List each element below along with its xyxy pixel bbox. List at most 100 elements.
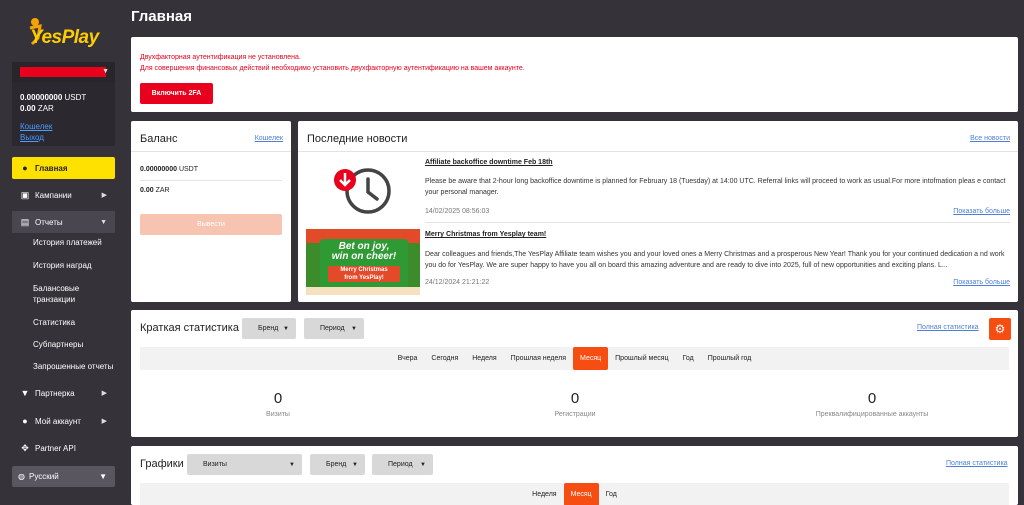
news-item-body: Dear colleagues and friends,The YesPlay … (425, 251, 1005, 269)
brand-dropdown[interactable]: Бренд ▼ (242, 318, 296, 339)
nav-requested-reports[interactable]: Запрошенные отчеты (33, 362, 113, 371)
registrations-value: 0 (570, 390, 580, 407)
brand-dropdown-label: Бренд (258, 325, 279, 332)
balance-wallet-link[interactable]: Кошелек (255, 135, 283, 142)
period-dropdown-label: Период (320, 325, 345, 332)
graphs-period-label: Период (388, 461, 413, 468)
balance-card: Баланс Кошелек 0.00000000 USDT 0.00 ZAR … (131, 121, 291, 302)
caret-down-icon: ▼ (289, 461, 295, 468)
clock-icon (334, 168, 391, 214)
news-item-title[interactable]: Affiliate backoffice downtime Feb 18th (425, 159, 553, 166)
caret-down-icon: ▼ (351, 325, 357, 332)
graphs-brand-label: Бренд (326, 461, 347, 468)
nav-balance-transactions-1[interactable]: Балансовые (33, 284, 79, 293)
period-dropdown[interactable]: Период ▼ (304, 318, 364, 339)
news-image-christmas: Bet on joy, win on cheer! Merry Christmas… (306, 229, 420, 295)
twofa-warning-2: Для совершения финансовых действий необх… (140, 65, 525, 72)
caret-down-icon: ▼ (283, 325, 289, 332)
news-card: Последние новости Все новости Affiliate … (298, 121, 1018, 302)
balance-zar: 0.00 ZAR (140, 187, 170, 194)
wallet-link[interactable]: Кошелек (20, 122, 52, 131)
globe-icon: ◍ (18, 472, 25, 481)
graphs-period-tabs: Неделя Месяц Год (140, 483, 1009, 505)
tab-last-month[interactable]: Прошлый месяц (608, 347, 675, 370)
visits-value: 0 (273, 390, 283, 407)
nav-partner-api[interactable]: ✥ Partner API (12, 437, 115, 459)
news-item-body: Please be aware that 2-hour long backoff… (425, 178, 1006, 196)
full-stats-link[interactable]: Полная статистика (917, 324, 979, 331)
news-show-more[interactable]: Показать больше (953, 279, 1010, 286)
chevron-down-icon: ▼ (100, 218, 107, 226)
settings-button[interactable]: ⚙ (989, 318, 1011, 340)
tab-last-year[interactable]: Прошлый год (701, 347, 759, 370)
banner-sub: Merry Christmas from YesPlay! (328, 266, 400, 282)
language-select[interactable]: ◍ Русский ▼ (12, 466, 115, 487)
nav-balance-transactions-2[interactable]: транзакции (33, 295, 75, 304)
graphs-period-dropdown[interactable]: Период ▼ (372, 454, 433, 475)
nav-account[interactable]: ● Мой аккаунт ▶ (12, 410, 115, 432)
visits-label: Визиты (266, 411, 290, 418)
graphs-full-stats-link[interactable]: Полная статистика (946, 460, 1008, 467)
metric-dropdown-label: Визиты (203, 461, 227, 468)
metric-dropdown[interactable]: Визиты ▼ (187, 454, 302, 475)
news-title: Последние новости (307, 133, 408, 145)
nav-partner-label: Партнерка (35, 388, 75, 398)
tab-today[interactable]: Сегодня (424, 347, 465, 370)
chevron-right-icon: ▶ (101, 390, 107, 397)
sidebar: YesPlay ▼ 0.00000000 USDT 0.00 ZAR Кошел… (0, 0, 123, 505)
news-show-more[interactable]: Показать больше (953, 208, 1010, 215)
registrations-label: Регистрации (554, 411, 596, 418)
balance-title: Баланс (140, 133, 178, 145)
nav-subpartners[interactable]: Субпартнеры (33, 340, 83, 349)
chevron-right-icon: ▶ (101, 192, 107, 199)
nav-statistics[interactable]: Статистика (33, 318, 75, 327)
nav-reports-label: Отчеты (35, 217, 63, 227)
nav-home[interactable]: ● Главная (12, 157, 115, 179)
divider (140, 180, 282, 181)
tab-year[interactable]: Год (599, 483, 624, 505)
logout-link[interactable]: Выход (20, 133, 44, 142)
all-news-link[interactable]: Все новости (970, 135, 1010, 142)
gear-icon: ⚙ (994, 322, 1006, 336)
tab-year[interactable]: Год (676, 347, 701, 370)
tab-yesterday[interactable]: Вчера (391, 347, 425, 370)
nav-home-label: Главная (35, 163, 68, 173)
tab-week[interactable]: Неделя (525, 483, 563, 505)
tab-month[interactable]: Месяц (563, 483, 599, 505)
caret-down-icon: ▼ (99, 472, 107, 481)
nav-reward-history[interactable]: История наград (33, 261, 92, 270)
graphs-title: Графики (140, 458, 184, 470)
handshake-icon: ▼ (20, 388, 30, 398)
sidebar-balance-zar: 0.00 ZAR (20, 104, 54, 113)
nav-reports[interactable]: ▤ Отчеты ▼ (12, 211, 115, 233)
tab-last-week[interactable]: Прошлая неделя (504, 347, 573, 370)
sidebar-balance-usdt: 0.00000000 USDT (20, 93, 87, 102)
api-icon: ✥ (21, 442, 29, 453)
user-icon: ● (22, 416, 28, 426)
nav-partner[interactable]: ▼ Партнерка ▶ (12, 382, 115, 404)
stats-period-tabs: Вчера Сегодня Неделя Прошлая неделя Меся… (140, 347, 1009, 370)
caret-down-icon: ▼ (420, 461, 426, 468)
language-label: Русский (28, 472, 59, 481)
logo-text[interactable]: YesPlay (30, 27, 99, 49)
graphs-brand-dropdown[interactable]: Бренд ▼ (310, 454, 365, 475)
twofa-warning-1: Двухфакторная аутентификация не установл… (140, 54, 301, 61)
balance-usdt: 0.00000000 USDT (140, 166, 198, 173)
withdraw-button[interactable]: Вывести (140, 214, 282, 235)
prequalified-label: Преквалифицированные аккаунты (815, 411, 929, 418)
enable-2fa-button[interactable]: Включить 2FA (140, 83, 213, 104)
stats-card: Краткая статистика Бренд ▼ Период ▼ Полн… (131, 310, 1018, 437)
news-image-clock (306, 157, 420, 224)
home-icon: ● (22, 163, 28, 173)
news-item-date: 24/12/2024 21:21:22 (425, 279, 490, 286)
twofa-card: Двухфакторная аутентификация не установл… (131, 37, 1018, 112)
caret-down-icon: ▼ (352, 461, 358, 468)
tab-week[interactable]: Неделя (465, 347, 503, 370)
reports-icon: ▤ (20, 216, 30, 227)
tab-month[interactable]: Месяц (573, 347, 609, 370)
nav-campaigns[interactable]: ▣ Кампании ▶ (12, 184, 115, 206)
banner-base (306, 287, 420, 295)
nav-payment-history[interactable]: История платежей (33, 238, 102, 247)
user-menu[interactable]: ▼ (12, 62, 115, 82)
news-item-title[interactable]: Merry Christmas from Yesplay team! (425, 231, 546, 238)
